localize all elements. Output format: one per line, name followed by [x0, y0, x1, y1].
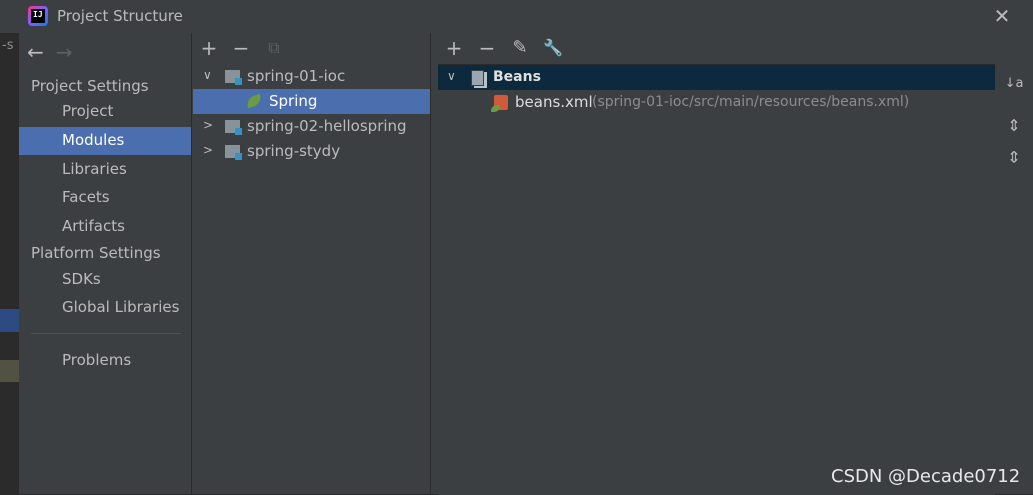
- tree-item-spring-stydy[interactable]: > spring-stydy: [193, 139, 430, 164]
- chevron-down-icon[interactable]: ∨: [447, 69, 456, 83]
- nav-item-label: Global Libraries: [62, 298, 180, 316]
- modules-panel: + − ⧉ ∨ spring-01-ioc Spring > spring-02…: [193, 33, 430, 494]
- tree-item-label: spring-stydy: [247, 142, 341, 160]
- spring-facet-panel: + − ✎ 🔧 ∨ Beans beans.xml (spring-01-ioc…: [438, 33, 1033, 495]
- intellij-logo-icon: IJ: [28, 6, 48, 26]
- beans-file-row[interactable]: beans.xml (spring-01-ioc/src/main/resour…: [438, 90, 995, 115]
- sort-alpha-icon[interactable]: ↓a: [1004, 74, 1024, 94]
- nav-item-label: Libraries: [62, 160, 127, 178]
- tree-item-label: spring-02-hellospring: [247, 117, 407, 135]
- remove-icon[interactable]: −: [476, 37, 498, 59]
- background-selection: [0, 309, 19, 332]
- collapse-all-icon[interactable]: ⇔: [1004, 147, 1024, 167]
- background-text: -s: [2, 38, 14, 53]
- spring-xml-file-icon: [491, 95, 508, 112]
- nav-item-problems[interactable]: Problems: [19, 347, 191, 375]
- watermark-text: CSDN @Decade0712: [831, 466, 1021, 487]
- module-folder-icon: [225, 70, 242, 85]
- window-title: Project Structure: [57, 7, 183, 25]
- tree-item-label: Spring: [269, 92, 318, 110]
- beans-tree: ∨ Beans beans.xml (spring-01-ioc/src/mai…: [438, 64, 995, 495]
- remove-icon[interactable]: −: [230, 37, 252, 59]
- beans-file-set-icon: [471, 70, 484, 86]
- title-bar: IJ Project Structure ✕: [0, 0, 1033, 33]
- nav-divider: [31, 333, 181, 334]
- project-settings-header: Project Settings: [31, 77, 149, 95]
- forward-arrow-icon[interactable]: →: [56, 40, 73, 64]
- nav-arrows: ← →: [27, 40, 73, 64]
- module-folder-icon: [225, 145, 242, 160]
- wrench-icon[interactable]: 🔧: [542, 37, 564, 59]
- nav-item-global-libraries[interactable]: Global Libraries: [19, 294, 191, 322]
- copy-icon[interactable]: ⧉: [263, 37, 285, 59]
- background-editor-edge: -s: [0, 33, 19, 494]
- spring-leaf-icon: [244, 93, 264, 109]
- tree-item-label: spring-01-ioc: [247, 67, 346, 85]
- nav-item-label: SDKs: [62, 270, 101, 288]
- add-icon[interactable]: +: [198, 37, 220, 59]
- platform-settings-header: Platform Settings: [31, 244, 161, 262]
- tree-item-spring-02-hellospring[interactable]: > spring-02-hellospring: [193, 114, 430, 139]
- nav-item-project[interactable]: Project: [19, 98, 191, 126]
- beans-group-label: Beans: [493, 69, 541, 85]
- nav-item-label: Facets: [62, 188, 110, 206]
- nav-item-label: Artifacts: [62, 217, 125, 235]
- project-structure-window: IJ Project Structure ✕ -s ← → Project Set…: [0, 0, 1033, 495]
- nav-item-label: Modules: [62, 131, 125, 149]
- nav-item-modules[interactable]: Modules: [19, 127, 191, 155]
- chevron-right-icon[interactable]: >: [203, 118, 213, 132]
- tree-side-toolbar: ↓a ⇕ ⇔: [995, 64, 1033, 494]
- nav-item-label: Project: [62, 102, 114, 120]
- edit-pencil-icon[interactable]: ✎: [509, 37, 531, 59]
- tree-item-spring-01-ioc[interactable]: ∨ spring-01-ioc: [193, 64, 430, 89]
- module-folder-icon: [225, 120, 242, 135]
- beans-group-row[interactable]: ∨ Beans: [438, 65, 995, 90]
- nav-item-sdks[interactable]: SDKs: [19, 266, 191, 294]
- bean-file-name: beans.xml: [515, 93, 593, 111]
- nav-item-label: Problems: [62, 351, 132, 369]
- nav-item-artifacts[interactable]: Artifacts: [19, 213, 191, 241]
- expand-all-icon[interactable]: ⇕: [1004, 116, 1024, 136]
- bean-file-path: (spring-01-ioc/src/main/resources/beans.…: [592, 94, 910, 110]
- background-highlight: [0, 360, 19, 382]
- back-arrow-icon[interactable]: ←: [27, 40, 44, 64]
- add-icon[interactable]: +: [443, 37, 465, 59]
- chevron-right-icon[interactable]: >: [203, 143, 213, 157]
- nav-item-facets[interactable]: Facets: [19, 184, 191, 212]
- close-icon[interactable]: ✕: [992, 6, 1012, 26]
- tree-item-spring[interactable]: Spring: [193, 89, 430, 114]
- settings-nav: ← → Project Settings Project Modules Libr…: [19, 33, 192, 494]
- nav-item-libraries[interactable]: Libraries: [19, 156, 191, 184]
- chevron-down-icon[interactable]: ∨: [203, 68, 212, 82]
